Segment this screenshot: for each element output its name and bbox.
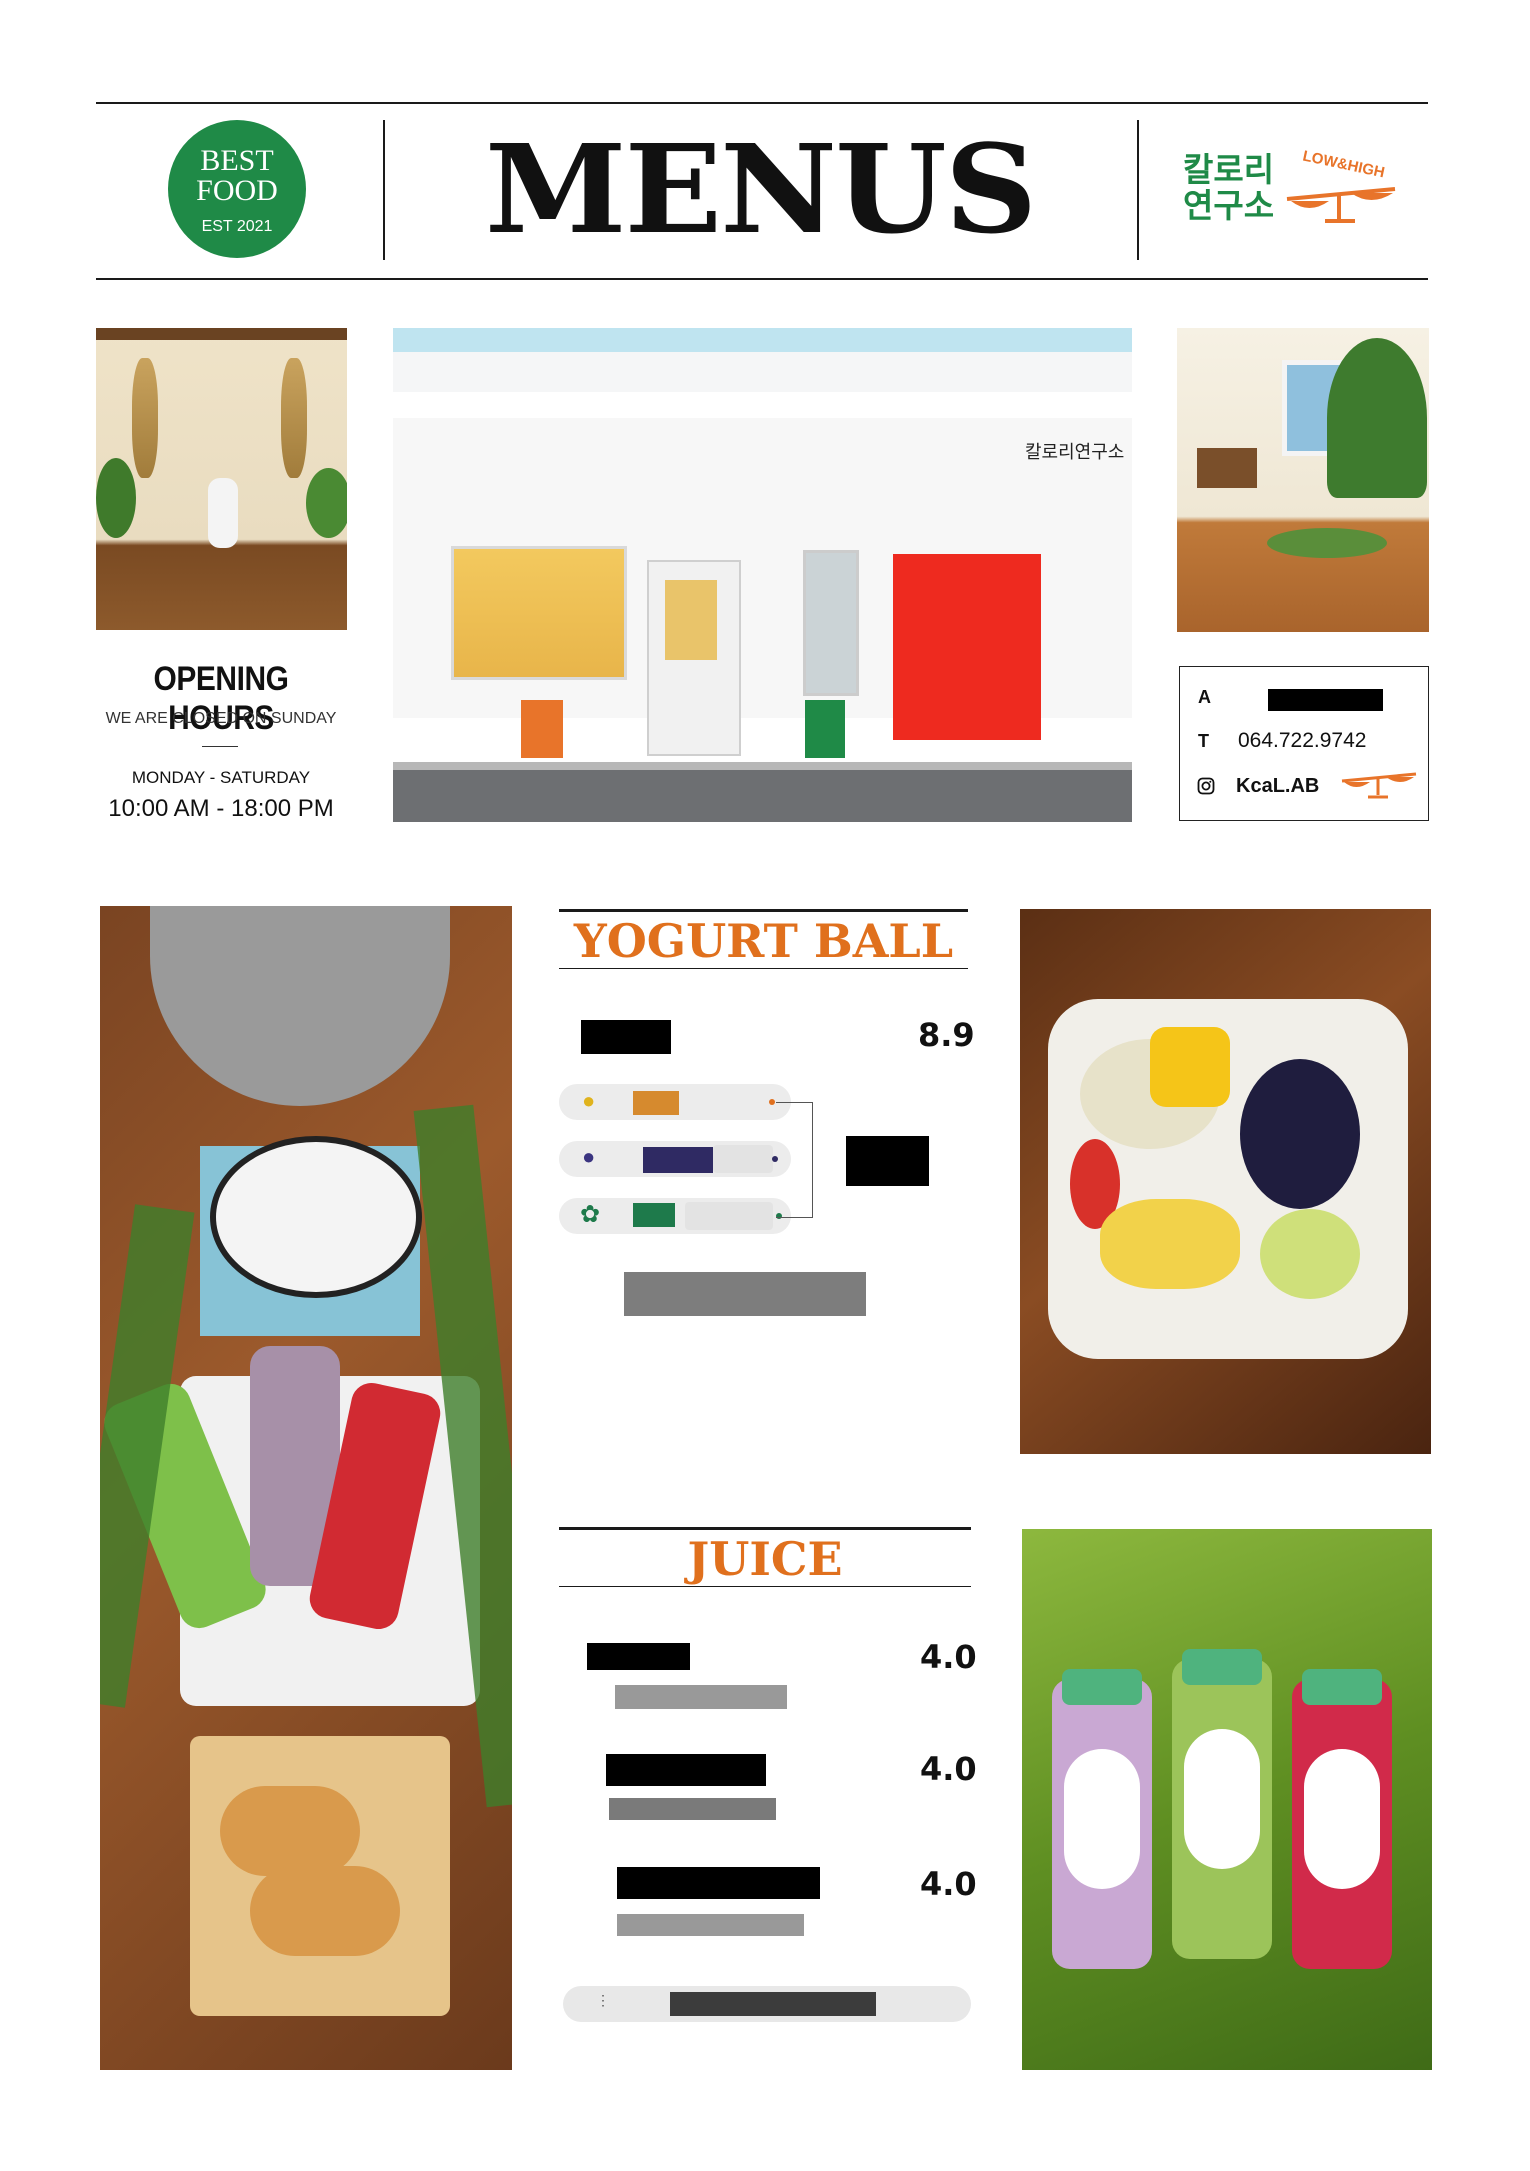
- mango-icon: ●: [582, 1088, 596, 1113]
- juice-3-price: 4.0: [920, 1865, 977, 1903]
- closed-note: WE ARE CLOSED ON SUNDAY: [105, 710, 337, 727]
- divider-dash: [202, 746, 238, 747]
- header-top-rule: [96, 102, 1428, 104]
- food-spread-photo: [100, 906, 512, 2070]
- juice-title: JUICE: [687, 1532, 843, 1586]
- leaf-swatch: [633, 1203, 675, 1227]
- scale-icon: [1286, 187, 1396, 223]
- juice-3-name-redacted: [617, 1867, 820, 1899]
- brand-name-line1: 칼로리: [1183, 151, 1275, 188]
- storefront-sign: 칼로리연구소: [1025, 442, 1125, 462]
- more-icon: ⋮: [596, 1992, 610, 2008]
- header-divider-right: [1137, 120, 1139, 260]
- storefront-photo: 칼로리연구소: [393, 328, 1132, 822]
- best-food-badge: BEST FOOD EST 2021: [168, 120, 306, 258]
- juice-bottom-rule: [559, 1586, 971, 1587]
- blueberry-swatch: [643, 1147, 713, 1173]
- interior-wall-photo: [96, 328, 347, 630]
- yogurt-ball-title: YOGURT BALL: [573, 914, 954, 968]
- instagram-icon[interactable]: [1197, 777, 1215, 795]
- yogurt-bottom-rule: [559, 968, 968, 969]
- juice-1-name-redacted: [587, 1643, 690, 1670]
- yogurt-ball-price: 8.9: [918, 1016, 975, 1054]
- phone-label: T: [1198, 731, 1209, 751]
- brand-tagline: LOW&HIGH: [1301, 147, 1387, 182]
- brand-name-line2: 연구소: [1183, 187, 1275, 224]
- juice-1-desc-redacted: [615, 1685, 787, 1709]
- instagram-handle[interactable]: KcaL.AB: [1236, 775, 1319, 798]
- brand-logo: 칼로리 연구소: [1183, 152, 1274, 224]
- badge-line1: BEST: [200, 144, 274, 177]
- phone-number[interactable]: 064.722.9742: [1238, 729, 1366, 753]
- yogurt-item-name-redacted: [581, 1020, 671, 1054]
- address-label: A: [1198, 687, 1211, 707]
- options-bracket: [776, 1102, 813, 1218]
- juice-2-price: 4.0: [920, 1750, 977, 1788]
- juice-3-desc-redacted: [617, 1914, 804, 1936]
- opening-days: MONDAY - SATURDAY: [131, 768, 311, 787]
- interior-room-photo: [1177, 328, 1429, 632]
- juice-2-desc-redacted: [609, 1798, 776, 1820]
- contact-card: A T 064.722.9742 KcaL.AB: [1179, 666, 1429, 821]
- mango-swatch: [633, 1091, 679, 1115]
- options-result-redacted: [846, 1136, 929, 1186]
- yogurt-note-redacted: [624, 1272, 866, 1316]
- mango-connector-dot: [769, 1099, 775, 1105]
- badge-line2: FOOD: [196, 174, 278, 207]
- juice-2-name-redacted: [606, 1754, 766, 1786]
- address-redacted: [1268, 689, 1383, 711]
- leaf-icon: ✿: [580, 1201, 601, 1228]
- blueberry-icon: ●: [582, 1144, 596, 1169]
- header-divider-left: [383, 120, 385, 260]
- juice-note-redacted: [670, 1992, 876, 2016]
- page-title: MENUS: [484, 118, 1037, 262]
- badge-line3: EST 2021: [201, 218, 273, 235]
- scale-icon-small: [1341, 772, 1417, 799]
- juice-1-price: 4.0: [920, 1638, 977, 1676]
- header-bottom-rule: [96, 278, 1428, 280]
- fruit-bowl-photo: [1020, 909, 1431, 1454]
- juice-bottles-photo: [1022, 1529, 1432, 2070]
- opening-hours: 10:00 AM - 18:00 PM: [108, 795, 334, 822]
